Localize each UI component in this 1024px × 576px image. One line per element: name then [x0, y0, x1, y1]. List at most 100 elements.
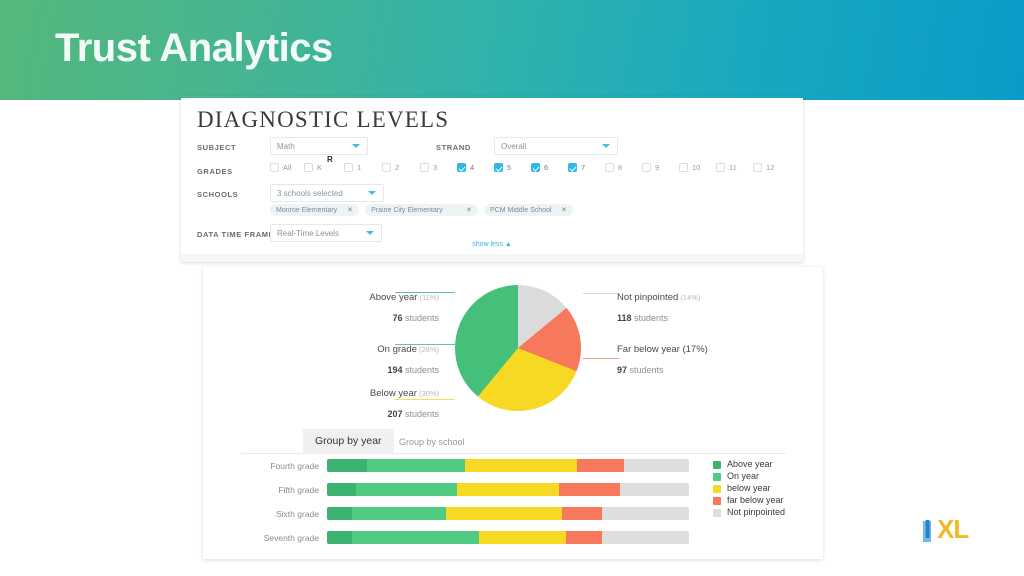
close-icon[interactable]: ✕ — [466, 206, 472, 214]
checkbox-icon[interactable] — [642, 163, 651, 172]
pie-slice-count: 97 — [617, 365, 628, 375]
schools-label: SCHOOLS — [197, 190, 239, 199]
cursor-badge: R — [326, 155, 334, 164]
school-chip[interactable]: Prairie City Elementary ✕ — [365, 204, 478, 216]
pie-slice-count-row: 76 students — [321, 308, 439, 326]
grade-label: 10 — [692, 163, 701, 172]
grade-label: 11 — [729, 163, 737, 172]
grade-label: 2 — [395, 163, 400, 172]
schools-value: 3 schools selected — [277, 188, 343, 198]
grade-label: 8 — [618, 163, 623, 172]
show-less-toggle[interactable]: show less ▲ — [181, 241, 803, 248]
strand-select[interactable]: Overall — [494, 137, 618, 155]
bar-row-label: Seventh grade — [263, 533, 319, 543]
bar-row-label: Fifth grade — [278, 485, 319, 495]
pie-slice-name: Above year — [369, 292, 418, 303]
pie-slice-unit: students — [402, 365, 439, 375]
pie-slice-count: 76 — [392, 313, 403, 323]
pie-slice-name-row: Above year (11%) — [321, 287, 439, 305]
pie-slice-percent: (14%) — [678, 293, 701, 302]
checkbox-icon[interactable] — [494, 163, 503, 172]
bar-segment — [558, 483, 621, 496]
pie-slice-name-row: Below year (30%) — [321, 383, 439, 401]
grade-label: 6 — [544, 163, 549, 172]
pie-slice-unit: students — [627, 365, 664, 375]
schools-select[interactable]: 3 schools selected — [270, 184, 384, 202]
legend-label: far below year — [727, 495, 784, 505]
legend-swatch — [713, 508, 721, 517]
bar-segment — [327, 483, 356, 496]
strand-value: Overall — [501, 141, 527, 151]
bar-segment — [355, 483, 458, 496]
tab-group-by-school[interactable]: Group by school — [387, 429, 477, 453]
checkbox-icon[interactable] — [457, 163, 466, 172]
show-less-label: show less — [472, 241, 503, 248]
diagnostic-levels-pie-chart — [455, 285, 581, 411]
checkbox-icon[interactable] — [716, 163, 725, 172]
checkbox-icon[interactable] — [270, 163, 279, 172]
pie-slice-label: On grade (28%) 194 students — [321, 339, 439, 378]
bar-segment — [446, 507, 563, 520]
logo-xl-letters: XL — [937, 514, 969, 544]
grades-checkbox-row: All K 1 2 3 4 5 6 7 8 9 10 11 12 — [181, 162, 803, 176]
grade-label: 12 — [766, 163, 775, 172]
close-icon[interactable]: ✕ — [561, 206, 567, 214]
pie-slice-label: Not pinpointed (14%) 118 students — [617, 287, 797, 326]
bar-segment — [366, 459, 465, 472]
pie-chart-section: Above year (11%) 76 students On grade (28%… — [217, 273, 805, 425]
subject-value: Math — [277, 141, 295, 151]
grade-label: 1 — [357, 163, 362, 172]
checkbox-icon[interactable] — [344, 163, 353, 172]
legend-swatch — [713, 484, 721, 493]
slide: Trust Analytics DIAGNOSTIC LEVELS SUBJEC… — [0, 0, 1024, 576]
checkbox-icon[interactable] — [679, 163, 688, 172]
school-chip-label: Monroe Elementary — [276, 206, 338, 214]
diagnostic-results-card: Above year (11%) 76 students On grade (28%… — [203, 267, 823, 559]
data-time-frame-value: Real-Time Levels — [277, 228, 339, 238]
pie-slice-name-row: Far below year (17%) — [617, 339, 797, 357]
pie-slice-label: Below year (30%) 207 students — [321, 383, 439, 422]
pie-slice-unit: students — [631, 313, 669, 323]
bar-chart-row: Seventh grade — [217, 531, 805, 544]
school-chip[interactable]: Monroe Elementary ✕ — [270, 204, 360, 216]
grade-label: 5 — [507, 163, 512, 172]
pie-slice-count: 118 — [617, 313, 632, 323]
pie-slice-name-row: On grade (28%) — [321, 339, 439, 357]
bar-segment — [327, 531, 353, 544]
checkbox-icon[interactable] — [531, 163, 540, 172]
pie-slice-count: 194 — [387, 365, 403, 375]
checkbox-icon[interactable] — [753, 163, 762, 172]
pie-slice-count-row: 194 students — [321, 360, 439, 378]
bar-track — [327, 459, 689, 472]
chart-inner: Above year (11%) 76 students On grade (28%… — [217, 273, 805, 551]
pie-slice-label: Above year (11%) 76 students — [321, 287, 439, 326]
group-by-tabs: Group by year Group by school — [303, 429, 803, 453]
checkbox-icon[interactable] — [382, 163, 391, 172]
bar-segment — [457, 483, 559, 496]
close-icon[interactable]: ✕ — [347, 206, 353, 214]
pie-slice-count-row: 207 students — [321, 404, 439, 422]
grade-label: All — [283, 163, 292, 172]
bar-segment — [565, 531, 603, 544]
legend-label: On year — [727, 471, 760, 481]
pie-slice-name: Far below year (17%) — [617, 344, 708, 355]
checkbox-icon[interactable] — [304, 163, 313, 172]
checkbox-icon[interactable] — [420, 163, 429, 172]
diagnostic-levels-filter-card: DIAGNOSTIC LEVELS SUBJECT Math STRAND Ov… — [181, 96, 803, 262]
bar-segment — [464, 459, 577, 472]
chevron-down-icon — [368, 191, 376, 195]
grade-label: 3 — [433, 163, 438, 172]
pie-slice-count-row: 97 students — [617, 360, 797, 378]
tab-group-by-year[interactable]: Group by year — [303, 429, 394, 453]
subject-select[interactable]: Math — [270, 137, 368, 155]
pie-slice-name: On grade — [377, 344, 417, 355]
school-chip[interactable]: PCM Middle School ✕ — [484, 204, 574, 216]
pie-slice-percent: (11%) — [417, 293, 439, 302]
bar-row-label: Sixth grade — [276, 509, 319, 519]
bar-row-label: Fourth grade — [270, 461, 319, 471]
checkbox-icon[interactable] — [605, 163, 614, 172]
chevron-down-icon — [352, 144, 360, 148]
checkbox-icon[interactable] — [568, 163, 577, 172]
bar-segment — [352, 531, 480, 544]
data-time-frame-select[interactable]: Real-Time Levels — [270, 224, 382, 242]
